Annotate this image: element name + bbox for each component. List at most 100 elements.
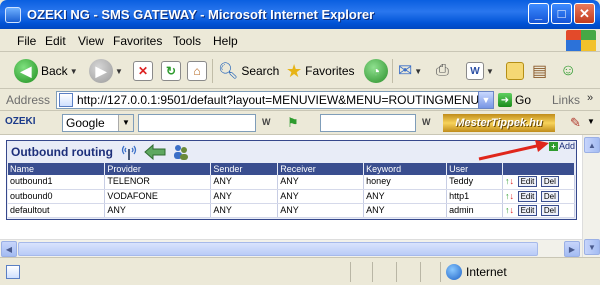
menu-bar: File Edit View Favorites Tools Help [0, 29, 600, 52]
edit-dropdown-icon[interactable]: ▼ [486, 67, 494, 76]
cell-user: admin [446, 203, 504, 218]
search-go-icon[interactable]: W [262, 117, 271, 127]
ie-window-icon[interactable] [5, 7, 21, 23]
internet-zone-globe-icon [446, 264, 462, 280]
delete-button[interactable]: Del [540, 204, 559, 216]
window-title: OZEKI NG - SMS GATEWAY - Microsoft Inter… [27, 7, 375, 22]
menu-help[interactable]: Help [213, 34, 238, 48]
scroll-down-button[interactable]: ▼ [584, 239, 600, 255]
scroll-left-button[interactable]: ◀ [1, 241, 17, 257]
horizontal-scrollbar[interactable]: ◀ ▶ [0, 239, 582, 257]
cell-provider: TELENOR [104, 175, 212, 190]
back-dropdown-icon[interactable]: ▼ [70, 67, 78, 76]
horizontal-scroll-thumb[interactable] [18, 242, 538, 256]
delete-button[interactable]: Del [540, 190, 559, 202]
menu-file[interactable]: File [17, 34, 36, 48]
print-button[interactable]: ⎙ [436, 57, 449, 85]
messenger-button[interactable]: ☺ [560, 57, 576, 85]
status-divider [420, 262, 421, 282]
menu-view[interactable]: View [78, 34, 104, 48]
close-button[interactable]: ✕ [574, 3, 595, 24]
discuss-icon [506, 62, 524, 80]
standard-toolbar: ◀ Back ▼ ▶ ▼ ✕ ↻ ⌂ 🔍︎ Search ★ Favorites… [0, 53, 600, 89]
edit-button[interactable]: Edit [517, 204, 538, 216]
edit-button[interactable]: Edit [517, 176, 538, 188]
minimize-button[interactable]: _ [528, 3, 549, 24]
title-bar: OZEKI NG - SMS GATEWAY - Microsoft Inter… [0, 0, 600, 29]
document-done-icon [6, 265, 20, 279]
search-engine-value: Google [66, 116, 105, 130]
toolbar-options-icon[interactable]: ✎ [570, 115, 581, 131]
column-header-keyword: Keyword [363, 163, 448, 175]
add-route-button[interactable]: + Add [549, 141, 575, 151]
scroll-up-button[interactable]: ▲ [584, 137, 600, 153]
refresh-button[interactable]: ↻ [161, 57, 181, 85]
go-arrow-icon: ➜ [498, 93, 512, 107]
mastertippek-logo[interactable]: MesterTippek.hu [443, 114, 555, 132]
discuss-button[interactable] [506, 57, 524, 85]
maximize-button[interactable]: □ [551, 3, 572, 24]
cell-sender: ANY [210, 175, 279, 190]
cell-actions: ↑↓ Edit Del [502, 189, 575, 204]
address-input[interactable]: http://127.0.0.1:9501/default?layout=MEN… [56, 91, 494, 109]
forward-button[interactable]: ▶ ▼ [89, 57, 123, 85]
route-arrow-icon [144, 144, 166, 160]
links-chevron-icon[interactable]: » [587, 92, 593, 104]
mail-dropdown-icon[interactable]: ▼ [414, 67, 422, 76]
back-button[interactable]: ◀ Back ▼ [14, 57, 78, 85]
second-search-input[interactable] [320, 114, 416, 132]
toolbar-separator [212, 59, 213, 83]
menu-favorites[interactable]: Favorites [113, 34, 162, 48]
column-header-actions [502, 163, 575, 175]
favorites-button[interactable]: ★ Favorites [286, 57, 355, 85]
vertical-scrollbar[interactable]: ▲ ▼ [582, 135, 600, 257]
menu-edit[interactable]: Edit [45, 34, 66, 48]
move-down-icon[interactable]: ↓ [510, 175, 515, 188]
stop-icon: ✕ [133, 61, 153, 81]
back-label: Back [41, 64, 68, 78]
move-down-icon[interactable]: ↓ [510, 190, 515, 203]
translate-flag-icon[interactable]: ⚑ [287, 115, 299, 131]
favorites-label: Favorites [305, 64, 355, 78]
mail-button[interactable]: ✉ ▼ [398, 57, 422, 85]
column-header-provider: Provider [104, 163, 212, 175]
cell-name: defaultout [8, 203, 106, 218]
cell-sender: ANY [210, 189, 279, 204]
table-row: outbound0 VODAFONE ANY ANY ANY http1 ↑↓ … [8, 189, 575, 204]
back-arrow-icon: ◀ [14, 59, 38, 83]
second-search-go-icon[interactable]: W [422, 117, 431, 127]
cell-receiver: ANY [277, 189, 365, 204]
search-label: Search [241, 64, 280, 78]
research-button[interactable]: ▤ [532, 57, 547, 85]
scroll-right-button[interactable]: ▶ [564, 241, 580, 257]
history-button[interactable]: ◔ [364, 57, 388, 85]
antenna-icon [121, 145, 137, 160]
search-icon: 🔍︎ [218, 63, 239, 80]
home-button[interactable]: ⌂ [187, 57, 207, 85]
search-button[interactable]: 🔍︎ Search [218, 57, 279, 85]
cell-user: http1 [446, 189, 504, 204]
delete-button[interactable]: Del [540, 176, 559, 188]
go-label: Go [515, 93, 532, 107]
edit-button[interactable]: W ▼ [466, 57, 494, 85]
menu-tools[interactable]: Tools [173, 34, 201, 48]
links-toolbar[interactable]: Links [552, 93, 580, 107]
go-button[interactable]: ➜ Go [498, 91, 531, 109]
page-icon [59, 93, 73, 107]
stop-button[interactable]: ✕ [133, 57, 153, 85]
move-down-icon[interactable]: ↓ [510, 204, 515, 217]
cell-provider: VODAFONE [104, 189, 212, 204]
red-pointer-arrow [478, 140, 549, 161]
forward-dropdown-icon[interactable]: ▼ [115, 67, 123, 76]
mail-icon: ✉ [398, 61, 413, 80]
edit-button[interactable]: Edit [517, 190, 538, 202]
search-engine-select[interactable]: Google ▼ [62, 114, 134, 132]
cell-user: Teddy [446, 175, 504, 190]
address-dropdown-button[interactable]: ▼ [478, 91, 494, 109]
cell-sender: ANY [210, 203, 279, 218]
toolbar-options-dropdown-icon[interactable]: ▼ [587, 117, 595, 126]
search-query-input[interactable] [138, 114, 256, 132]
home-icon: ⌂ [187, 61, 207, 81]
address-url[interactable]: http://127.0.0.1:9501/default?layout=MEN… [77, 93, 493, 107]
messenger-icon: ☺ [560, 62, 577, 79]
